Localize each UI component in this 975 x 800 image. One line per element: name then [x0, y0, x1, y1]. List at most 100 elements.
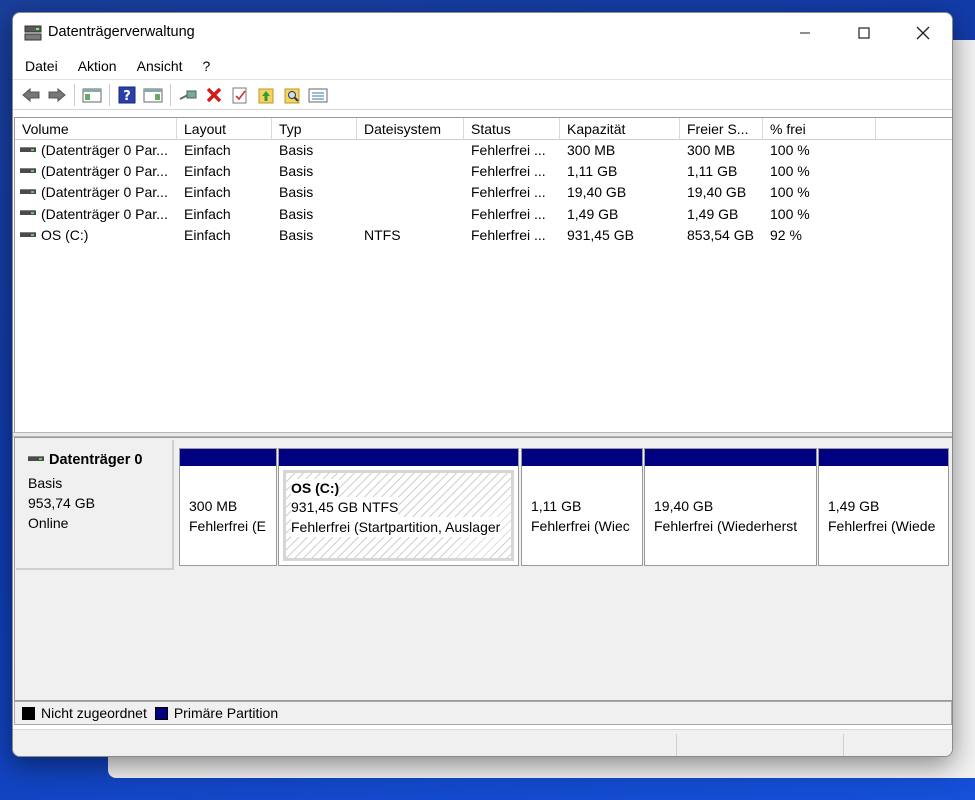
search-icon: [284, 88, 300, 103]
connect-button[interactable]: [175, 83, 201, 107]
cell-volume: OS (C:): [15, 225, 177, 246]
primary-partition-band: [819, 449, 948, 466]
column-header-dateisystem[interactable]: Dateisystem: [357, 118, 464, 140]
partition-body: 19,40 GB Fehlerfrei (Wiederherst: [649, 470, 812, 561]
column-header-freier-speicher[interactable]: Freier S...: [680, 118, 763, 140]
refresh-button[interactable]: [253, 83, 279, 107]
status-bar-divider: [843, 734, 844, 756]
cell-kapazitaet: 1,11 GB: [560, 161, 680, 182]
toolbar: ?: [13, 80, 952, 110]
list-view-button[interactable]: [305, 83, 331, 107]
cell-text: (Datenträger 0 Par...: [41, 142, 168, 158]
cell-dateisystem: [357, 204, 464, 225]
toolbar-separator: [170, 83, 171, 106]
cell-text: NTFS: [364, 226, 401, 243]
partition-recovery-1[interactable]: 1,11 GB Fehlerfrei (Wiec: [521, 448, 643, 566]
partition-body: 300 MB Fehlerfrei (E: [184, 470, 272, 561]
window-title: Datenträgerverwaltung: [48, 24, 195, 40]
menu-ansicht[interactable]: Ansicht: [127, 53, 193, 80]
cell-status: Fehlerfrei ...: [464, 161, 560, 182]
back-button[interactable]: [18, 83, 44, 107]
cell-dateisystem: [357, 140, 464, 161]
partition-recovery-2[interactable]: 19,40 GB Fehlerfrei (Wiederherst: [644, 448, 817, 566]
legend-swatch-unallocated: [22, 706, 35, 720]
cell-text: Basis: [279, 205, 314, 222]
disk-name-row: Datenträger 0: [28, 452, 172, 468]
cell-text: 300 MB: [567, 142, 616, 158]
disk-0-label[interactable]: Datenträger 0 Basis 953,74 GB Online: [16, 440, 174, 570]
help-button[interactable]: ?: [114, 83, 140, 107]
minimize-button[interactable]: [776, 13, 834, 53]
cell-text: Einfach: [184, 226, 231, 243]
cell-typ: Basis: [272, 204, 357, 225]
volume-icon: [20, 146, 36, 152]
cell-text: 100 %: [770, 142, 810, 158]
toolbar-separator: [109, 83, 110, 106]
table-row[interactable]: (Datenträger 0 Par... Einfach Basis Fehlerf…: [15, 204, 952, 225]
volume-icon: [20, 167, 36, 173]
help-icon: ?: [118, 86, 136, 104]
forward-icon: [48, 87, 66, 102]
cell-text: 92 %: [770, 226, 802, 243]
partition-body: 1,11 GB Fehlerfrei (Wiec: [526, 470, 638, 561]
cell-layout: Einfach: [177, 140, 272, 161]
partition-size: 931,45 GB NTFS: [291, 497, 399, 517]
column-header-prozent-frei[interactable]: % frei: [763, 118, 876, 140]
cell-text: 931,45 GB: [567, 226, 634, 243]
partition-title: OS (C:): [291, 479, 340, 497]
cell-typ: Basis: [272, 182, 357, 203]
column-header-kapazitaet[interactable]: Kapazität: [560, 118, 680, 140]
menu-aktion[interactable]: Aktion: [68, 53, 127, 80]
cell-text: 1,49 GB: [567, 205, 619, 222]
cell-typ: Basis: [272, 161, 357, 182]
table-row[interactable]: (Datenträger 0 Par... Einfach Basis Fehlerf…: [15, 182, 952, 203]
table-row[interactable]: (Datenträger 0 Par... Einfach Basis Fehlerf…: [15, 161, 952, 182]
action-pane-icon: [143, 88, 163, 102]
cell-status: Fehlerfrei ...: [464, 225, 560, 246]
forward-button[interactable]: [44, 83, 70, 107]
status-bar-divider: [676, 734, 677, 756]
table-row[interactable]: OS (C:) Einfach Basis NTFS Fehlerfrei ... 931…: [15, 225, 952, 246]
delete-icon: [206, 87, 222, 102]
volume-list[interactable]: Volume Layout Typ Dateisystem Status Kap…: [14, 117, 952, 433]
column-header-layout[interactable]: Layout: [177, 118, 272, 140]
cell-text: Fehlerfrei ...: [471, 163, 546, 180]
properties-icon: [232, 87, 247, 103]
cell-text: (Datenträger 0 Par...: [41, 184, 168, 201]
table-row[interactable]: (Datenträger 0 Par... Einfach Basis Fehlerf…: [15, 140, 952, 161]
cell-dateisystem: NTFS: [357, 225, 464, 246]
close-button[interactable]: [894, 13, 952, 53]
primary-partition-band: [522, 449, 642, 466]
primary-partition-band: [279, 449, 518, 466]
cell-freier-speicher: 853,54 GB: [680, 225, 763, 246]
console-tree-button[interactable]: [79, 83, 105, 107]
disk-state: Online: [28, 515, 69, 531]
partition-efi[interactable]: 300 MB Fehlerfrei (E: [179, 448, 277, 566]
partition-os-c[interactable]: OS (C:) 931,45 GB NTFS Fehlerfrei (Start…: [278, 448, 519, 566]
cell-text: Einfach: [184, 205, 231, 222]
column-header-status[interactable]: Status: [464, 118, 560, 140]
cell-text: Basis: [279, 142, 314, 158]
delete-button[interactable]: [201, 83, 227, 107]
cell-text: 19,40 GB: [687, 184, 747, 201]
column-header-volume[interactable]: Volume: [15, 118, 177, 140]
menu-datei[interactable]: Datei: [15, 53, 68, 80]
partition-status: Fehlerfrei (Startpartition, Auslager: [291, 517, 501, 537]
menu-help[interactable]: ?: [193, 53, 221, 80]
search-button[interactable]: [279, 83, 305, 107]
partition-size: 1,11 GB: [531, 498, 582, 514]
cell-text: Einfach: [184, 142, 231, 158]
partition-recovery-3[interactable]: 1,49 GB Fehlerfrei (Wiede: [818, 448, 949, 566]
disk-graphical-view: Datenträger 0 Basis 953,74 GB Online 300…: [14, 437, 952, 701]
action-pane-button[interactable]: [140, 83, 166, 107]
primary-partition-band: [645, 449, 816, 466]
cell-text: 1,11 GB: [567, 163, 618, 180]
disk-management-window: Datenträgerverwaltung Datei Aktion Ansic…: [12, 12, 953, 757]
cell-kapazitaet: 1,49 GB: [560, 204, 680, 225]
list-view-icon: [308, 88, 328, 102]
maximize-button[interactable]: [835, 13, 893, 53]
disk-management-app-icon: [24, 25, 42, 41]
cell-text: 300 MB: [687, 142, 736, 158]
column-header-typ[interactable]: Typ: [272, 118, 357, 140]
properties-button[interactable]: [227, 83, 253, 107]
